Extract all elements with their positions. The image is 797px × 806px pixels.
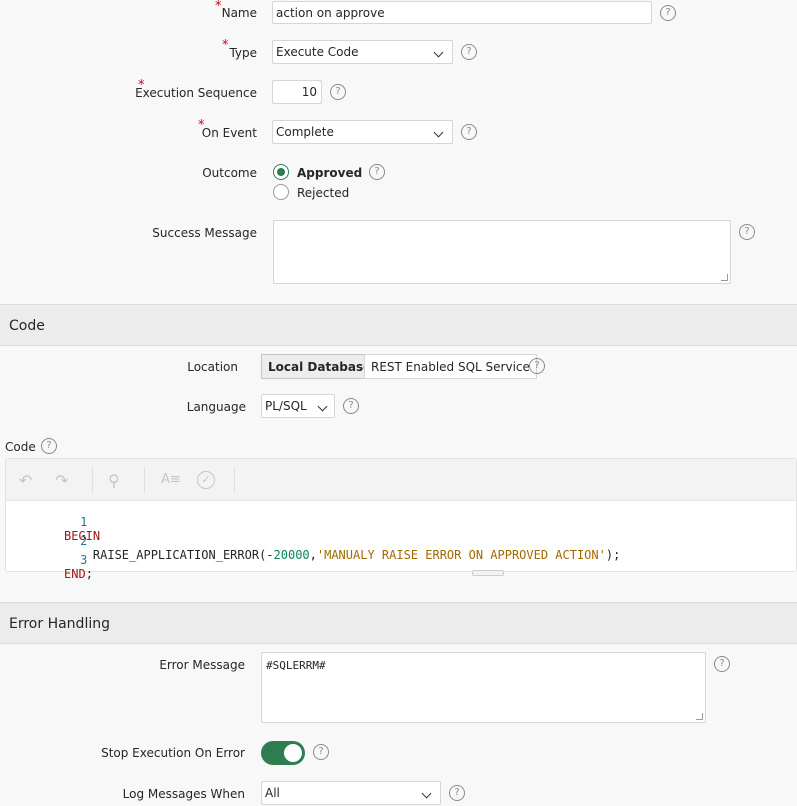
format-code-icon[interactable]: A≡ (161, 472, 181, 487)
chevron-down-icon (421, 788, 432, 799)
code-token: END (64, 567, 86, 581)
log-messages-select[interactable]: All (261, 781, 441, 805)
resize-grip-icon[interactable] (696, 713, 703, 720)
error-message-textarea[interactable]: #SQLERRM# (261, 652, 706, 723)
line-number: 3 (80, 553, 88, 567)
redo-icon[interactable]: ↷ (55, 471, 68, 490)
toolbar-divider (234, 467, 235, 493)
error-message-value: #SQLERRM# (266, 659, 326, 672)
help-icon[interactable]: ? (313, 744, 329, 760)
chevron-down-icon (433, 47, 444, 58)
resize-grip-icon[interactable] (721, 274, 728, 281)
error-message-label: Error Message (159, 658, 245, 672)
type-label: Type (229, 46, 257, 60)
on-event-label: On Event (201, 126, 257, 140)
execution-sequence-input[interactable]: 10 (272, 80, 322, 104)
editor-toolbar: ↶ ↷ ⚲ A≡ ✓ (6, 459, 796, 501)
code-section-title: Code (9, 318, 45, 334)
outcome-rejected-label[interactable]: Rejected (297, 186, 349, 200)
log-messages-value: All (265, 786, 280, 800)
help-icon[interactable]: ? (330, 84, 346, 100)
log-messages-label: Log Messages When (122, 787, 245, 801)
required-marker: * (222, 38, 229, 53)
language-label: Language (186, 400, 246, 414)
help-icon[interactable]: ? (343, 398, 359, 414)
type-select[interactable]: Execute Code (272, 40, 453, 64)
code-section-header: Code (0, 304, 797, 346)
execution-sequence-label: Execution Sequence (135, 86, 257, 100)
location-label: Location (187, 360, 238, 374)
code-line: 3 END; (6, 539, 796, 581)
name-input[interactable]: action on approve (272, 1, 652, 24)
language-value: PL/SQL (265, 399, 307, 413)
required-marker: * (215, 0, 222, 14)
success-message-label: Success Message (152, 226, 257, 240)
outcome-label: Outcome (202, 166, 257, 180)
undo-icon[interactable]: ↶ (19, 471, 32, 490)
name-label: Name (221, 6, 257, 20)
stop-execution-label: Stop Execution On Error (101, 746, 245, 760)
help-icon[interactable]: ? (461, 44, 477, 60)
search-icon[interactable]: ⚲ (108, 471, 120, 490)
help-icon[interactable]: ? (529, 358, 545, 374)
outcome-rejected-radio[interactable] (273, 184, 289, 200)
help-icon[interactable]: ? (660, 5, 676, 21)
editor-resize-handle[interactable] (472, 570, 504, 576)
code-label: Code (5, 440, 36, 454)
error-handling-section-header: Error Handling (0, 602, 797, 644)
type-value: Execute Code (276, 45, 359, 59)
validate-icon[interactable]: ✓ (197, 471, 215, 489)
on-event-select[interactable]: Complete (272, 120, 453, 144)
help-icon[interactable]: ? (369, 164, 385, 180)
code-line: 1 BEGIN (6, 501, 796, 543)
help-icon[interactable]: ? (41, 438, 57, 454)
language-select[interactable]: PL/SQL (261, 394, 335, 418)
chevron-down-icon (317, 401, 328, 412)
help-icon[interactable]: ? (739, 224, 755, 240)
help-icon[interactable]: ? (714, 656, 730, 672)
help-icon[interactable]: ? (461, 124, 477, 140)
outcome-approved-label[interactable]: Approved (297, 166, 362, 180)
toolbar-divider (92, 467, 93, 493)
location-local-database-button[interactable]: Local Database (261, 354, 379, 379)
code-token: ; (85, 567, 93, 581)
chevron-down-icon (433, 127, 444, 138)
on-event-value: Complete (276, 125, 334, 139)
success-message-textarea[interactable] (273, 220, 731, 284)
location-rest-sql-button[interactable]: REST Enabled SQL Service (364, 354, 537, 379)
stop-execution-toggle[interactable] (261, 741, 305, 765)
outcome-approved-radio[interactable] (273, 164, 289, 180)
code-line: 2 RAISE_APPLICATION_ERROR(-20000,'MANUAL… (6, 520, 796, 562)
code-editor[interactable]: ↶ ↷ ⚲ A≡ ✓ 1 BEGIN 2 RAISE_APPLICATION_E… (5, 458, 797, 581)
help-icon[interactable]: ? (449, 785, 465, 801)
toolbar-divider (144, 467, 145, 493)
error-handling-section-title: Error Handling (9, 616, 110, 632)
